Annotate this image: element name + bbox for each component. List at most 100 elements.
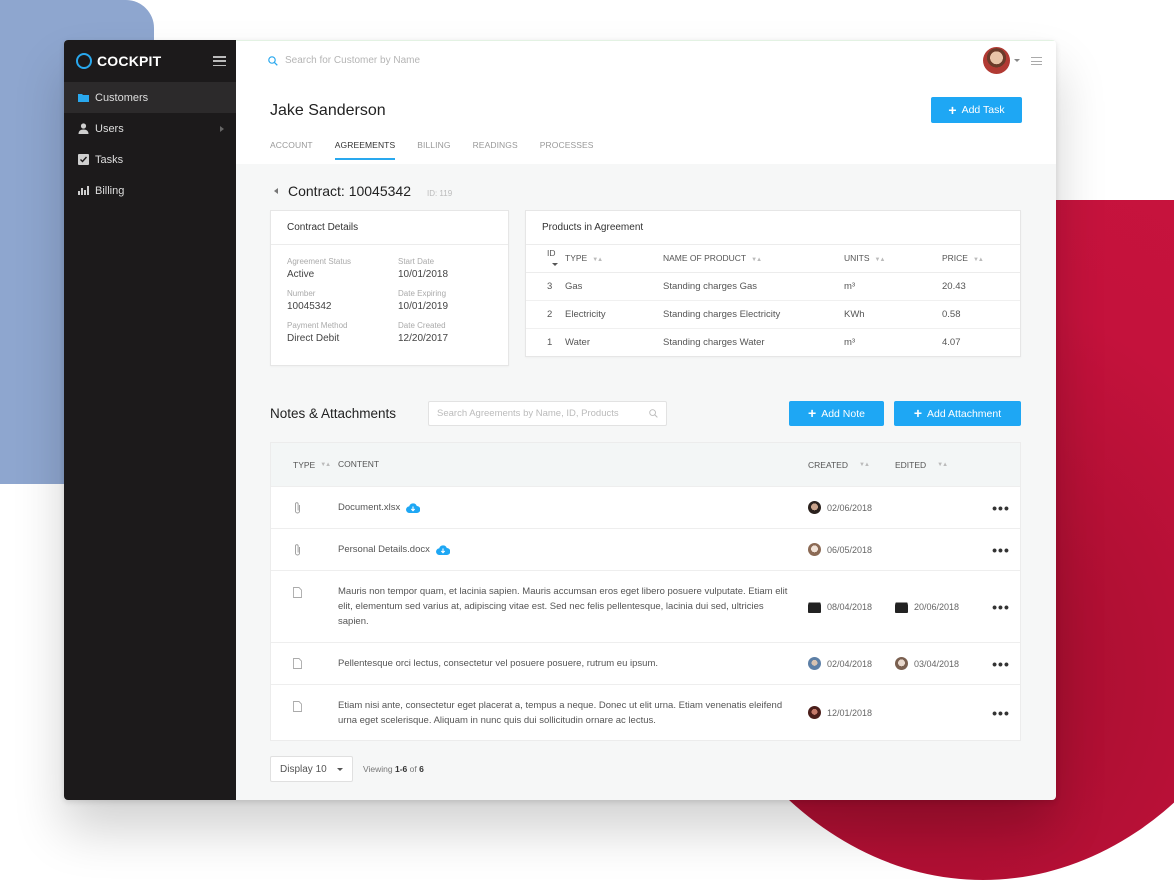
attachment-name[interactable]: Personal Details.docx xyxy=(338,542,430,557)
more-options-icon[interactable]: ••• xyxy=(986,600,1016,614)
list-item[interactable]: Etiam nisi ante, consectetur eget placer… xyxy=(271,684,1020,740)
tab-account[interactable]: ACCOUNT xyxy=(270,140,313,160)
list-item[interactable]: Pellentesque orci lectus, consectetur ve… xyxy=(271,642,1020,684)
col-units[interactable]: UNITS ▼▲ xyxy=(844,245,942,273)
sort-icon: ▼▲ xyxy=(874,257,886,264)
sort-desc-icon xyxy=(552,262,558,266)
sidebar-item-label: Billing xyxy=(95,184,125,197)
caret-down-icon xyxy=(337,767,343,771)
main-content: Search for Customer by Name Jake Sanders… xyxy=(236,40,1056,800)
add-attachment-button[interactable]: + Add Attachment xyxy=(894,401,1021,426)
avatar xyxy=(808,543,821,556)
more-options-icon[interactable]: ••• xyxy=(986,501,1016,515)
col-created[interactable]: CREATED ▼▲ xyxy=(808,460,895,470)
note-text: Pellentesque orci lectus, consectetur ve… xyxy=(338,658,658,669)
more-options-icon[interactable]: ••• xyxy=(986,543,1016,557)
col-price[interactable]: PRICE ▼▲ xyxy=(942,245,1020,273)
list-item[interactable]: Personal Details.docx 06/05/2018 ••• xyxy=(271,528,1020,570)
customer-search-input[interactable]: Search for Customer by Name xyxy=(285,55,420,66)
app-window: COCKPIT Customers Users Tasks Billing Se… xyxy=(64,40,1056,800)
search-icon[interactable] xyxy=(649,409,658,418)
add-note-button[interactable]: + Add Note xyxy=(789,401,884,426)
notes-search-placeholder: Search Agreements by Name, ID, Products xyxy=(437,408,619,419)
chevron-right-icon xyxy=(220,125,224,132)
logo[interactable]: COCKPIT xyxy=(76,53,161,69)
display-count-select[interactable]: Display 10 xyxy=(270,756,353,782)
tab-readings[interactable]: READINGS xyxy=(473,140,518,160)
cloud-download-icon[interactable] xyxy=(435,544,450,555)
table-row[interactable]: 1 Water Standing charges Water m³ 4.07 xyxy=(526,328,1020,356)
sidebar-item-users[interactable]: Users xyxy=(64,113,236,144)
plus-icon: + xyxy=(948,101,957,118)
note-text: Etiam nisi ante, consectetur eget placer… xyxy=(338,699,783,726)
detail-number: Number 10045342 xyxy=(287,289,332,312)
notes-table: TYPE ▼▲ CONTENT CREATED ▼▲ EDITED ▼▲ Docume… xyxy=(270,442,1021,741)
viewing-count: Viewing 1-6 of 6 xyxy=(363,764,424,774)
card-title: Products in Agreement xyxy=(526,211,1020,245)
search-icon xyxy=(268,55,278,66)
user-avatar[interactable] xyxy=(983,47,1010,74)
tab-billing[interactable]: BILLING xyxy=(417,140,450,160)
brand-name: COCKPIT xyxy=(97,53,162,69)
products-table: ID TYPE ▼▲ NAME OF PRODUCT ▼▲ UNITS ▼▲ PRIC… xyxy=(526,245,1020,356)
cloud-download-icon[interactable] xyxy=(406,502,421,513)
detail-agreement-status: Agreement Status Active xyxy=(287,257,352,280)
more-options-icon[interactable]: ••• xyxy=(986,706,1016,720)
customer-search[interactable]: Search for Customer by Name xyxy=(268,55,420,66)
notes-title: Notes & Attachments xyxy=(270,406,397,421)
contract-id: ID: 119 xyxy=(426,189,453,198)
caret-down-icon[interactable] xyxy=(1014,59,1020,62)
document-icon xyxy=(271,685,338,712)
sort-icon: ▼▲ xyxy=(972,257,984,264)
col-name[interactable]: NAME OF PRODUCT ▼▲ xyxy=(663,245,844,273)
more-options-icon[interactable]: ••• xyxy=(986,657,1016,671)
attachment-name[interactable]: Document.xlsx xyxy=(338,500,400,515)
add-task-button[interactable]: + Add Task xyxy=(931,97,1022,123)
sidebar-item-tasks[interactable]: Tasks xyxy=(64,144,236,175)
col-id[interactable]: ID xyxy=(526,245,565,273)
products-card: Products in Agreement ID TYPE ▼▲ NAME OF … xyxy=(525,210,1021,357)
sort-icon: ▼▲ xyxy=(320,461,331,468)
sort-icon: ▼▲ xyxy=(751,257,762,264)
user-icon xyxy=(77,123,89,134)
notes-table-header: TYPE ▼▲ CONTENT CREATED ▼▲ EDITED ▼▲ xyxy=(271,443,1020,486)
add-task-label: Add Task xyxy=(961,104,1005,116)
sidebar-menu-icon[interactable] xyxy=(213,56,226,66)
col-type[interactable]: TYPE ▼▲ xyxy=(565,245,663,273)
detail-date-expiring: Date Expiring 10/01/2019 xyxy=(398,289,449,312)
col-content[interactable]: CONTENT xyxy=(338,457,808,472)
sidebar-item-billing[interactable]: Billing xyxy=(64,175,236,206)
page-title: Jake Sanderson xyxy=(270,102,386,119)
contract-header: Contract: 10045342 ID: 119 xyxy=(274,183,452,199)
sidebar: COCKPIT Customers Users Tasks Billing xyxy=(64,40,236,800)
header: Search for Customer by Name Jake Sanders… xyxy=(236,40,1056,164)
back-arrow-icon[interactable] xyxy=(274,188,278,194)
table-row[interactable]: 3 Gas Standing charges Gas m³ 20.43 xyxy=(526,272,1020,301)
col-edited[interactable]: EDITED ▼▲ xyxy=(895,460,986,470)
sort-icon: ▼▲ xyxy=(859,461,870,468)
note-text: Mauris non tempor quam, et lacinia sapie… xyxy=(338,586,788,627)
notes-search-input[interactable]: Search Agreements by Name, ID, Products xyxy=(428,401,667,426)
plus-icon: + xyxy=(808,405,817,421)
paperclip-icon xyxy=(271,543,338,557)
tab-processes[interactable]: PROCESSES xyxy=(540,140,594,160)
col-type[interactable]: TYPE ▼▲ xyxy=(271,460,338,470)
detail-start-date: Start Date 10/01/2018 xyxy=(398,257,449,280)
sidebar-item-customers[interactable]: Customers xyxy=(64,82,236,113)
list-item[interactable]: Mauris non tempor quam, et lacinia sapie… xyxy=(271,570,1020,642)
avatar xyxy=(895,600,908,613)
tab-agreements[interactable]: AGREEMENTS xyxy=(334,140,396,160)
avatar xyxy=(808,501,821,514)
contract-title: Contract: 10045342 xyxy=(288,183,411,199)
sort-icon: ▼▲ xyxy=(592,257,603,264)
table-row[interactable]: 2 Electricity Standing charges Electrici… xyxy=(526,300,1020,329)
folder-icon xyxy=(77,93,89,102)
list-item[interactable]: Document.xlsx 02/06/2018 ••• xyxy=(271,486,1020,528)
avatar xyxy=(808,706,821,719)
menu-icon[interactable] xyxy=(1031,57,1042,65)
detail-date-created: Date Created 12/20/2017 xyxy=(398,321,449,344)
document-icon xyxy=(271,571,338,598)
pagination-footer: Display 10 Viewing 1-6 of 6 xyxy=(270,756,424,782)
sidebar-item-label: Users xyxy=(95,122,124,135)
sidebar-item-label: Tasks xyxy=(95,153,124,166)
